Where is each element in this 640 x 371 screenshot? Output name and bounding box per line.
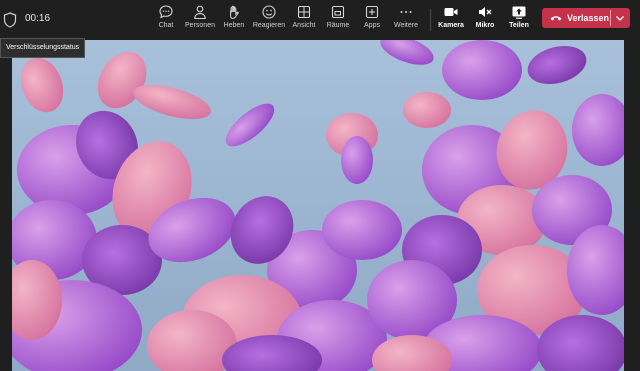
chevron-down-icon[interactable] — [614, 13, 626, 23]
camera-icon — [444, 8, 458, 16]
react-label: Reagieren — [252, 22, 286, 29]
leave-label: Verlassen — [567, 13, 610, 23]
more-dots-icon — [400, 11, 412, 13]
meeting-toolbar: 00:16 Chat Personen Heben Reagieren Ansi… — [0, 0, 640, 40]
call-timer: 00:16 — [25, 13, 51, 24]
leave-button[interactable]: Verlassen — [542, 8, 610, 28]
grid-view-icon — [297, 5, 311, 19]
encryption-status-tooltip: Verschlüsselungsstatus — [0, 38, 86, 58]
more-button[interactable]: Weitere — [386, 4, 426, 36]
more-label: Weitere — [394, 22, 418, 29]
leave-button-group: Verlassen — [542, 8, 630, 28]
chat-icon — [159, 5, 173, 19]
share-label: Teilen — [509, 22, 529, 29]
hand-icon — [230, 5, 239, 19]
shield-icon[interactable] — [3, 12, 17, 28]
raise-hand-label: Heben — [223, 22, 245, 29]
video-stage — [12, 40, 624, 371]
petals-video-frame — [12, 40, 624, 371]
breakout-rooms-icon — [331, 5, 345, 19]
hang-up-icon — [550, 16, 562, 21]
plus-icon — [365, 5, 379, 19]
share-screen-icon — [512, 6, 526, 19]
raise-hand-button[interactable]: Heben — [214, 4, 254, 36]
speaker-muted-icon — [479, 7, 492, 17]
react-button[interactable]: Reagieren — [249, 4, 289, 36]
smiley-icon — [262, 5, 276, 19]
leave-divider — [610, 10, 611, 26]
people-icon — [194, 5, 206, 20]
share-button[interactable]: Teilen — [499, 4, 539, 36]
